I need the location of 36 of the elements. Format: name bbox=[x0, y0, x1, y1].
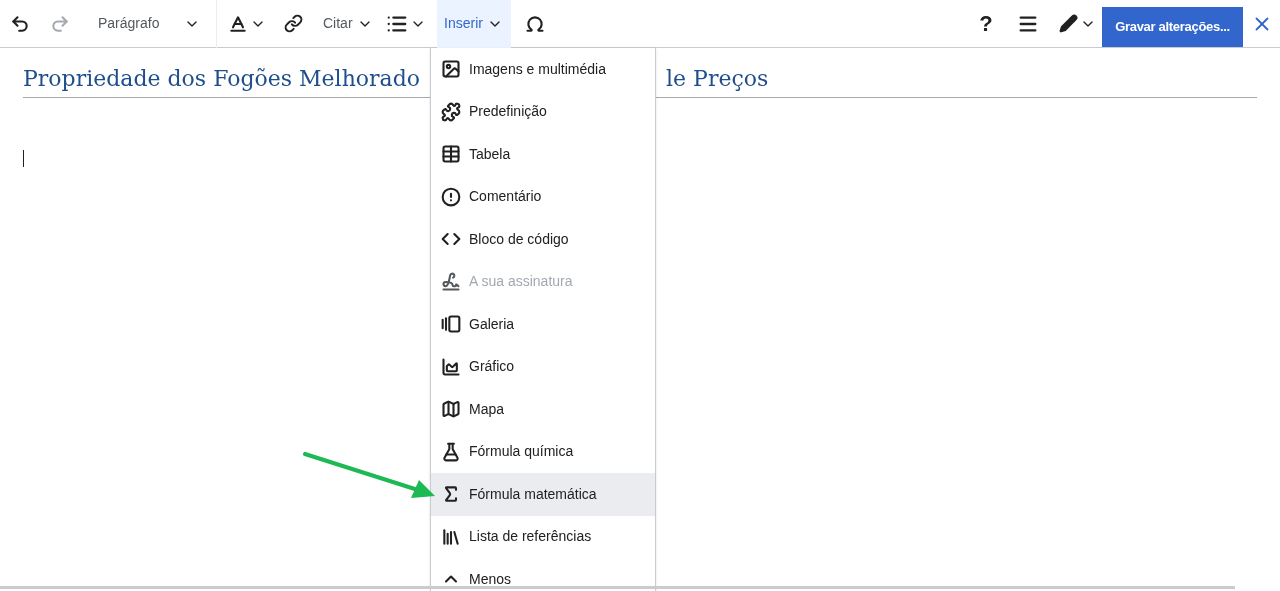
menu-item[interactable]: Galeria bbox=[431, 303, 655, 346]
menu-item[interactable]: Fórmula química bbox=[431, 430, 655, 473]
menu-item[interactable]: Tabela bbox=[431, 133, 655, 176]
menu-item[interactable]: Menos bbox=[431, 558, 655, 591]
exclamation-icon bbox=[441, 186, 461, 207]
flask-icon bbox=[441, 441, 461, 462]
image-icon bbox=[441, 59, 461, 80]
menu-item[interactable]: Predefinição bbox=[431, 90, 655, 133]
menu-item[interactable]: Mapa bbox=[431, 388, 655, 431]
undo-icon bbox=[10, 13, 30, 34]
link-icon bbox=[283, 14, 303, 33]
chart-icon bbox=[441, 356, 461, 377]
pencil-icon bbox=[1058, 14, 1078, 33]
menu-item[interactable]: Bloco de código bbox=[431, 218, 655, 261]
menu-item[interactable]: Gráfico bbox=[431, 345, 655, 388]
menu-item[interactable]: Fórmula matemática bbox=[431, 473, 655, 516]
text-style-icon bbox=[228, 13, 248, 34]
menu-item[interactable]: Lista de referências bbox=[431, 515, 655, 558]
insert-dropdown[interactable]: Inserir bbox=[436, 0, 511, 48]
omega-icon bbox=[524, 13, 545, 34]
puzzle-icon bbox=[441, 101, 461, 122]
table-icon bbox=[441, 144, 461, 165]
page-title: Propriedade dos Fogões Melhorado bbox=[23, 65, 421, 93]
cite-dropdown[interactable]: Citar bbox=[315, 3, 381, 44]
paragraph-dropdown[interactable]: Parágrafo bbox=[90, 3, 208, 44]
save-button[interactable]: Gravar alterações... bbox=[1102, 7, 1243, 47]
map-icon bbox=[441, 399, 461, 420]
text-cursor bbox=[23, 150, 24, 167]
menu-item[interactable]: Imagens e multimédia bbox=[431, 48, 655, 91]
redo-icon bbox=[50, 13, 70, 34]
signature-icon bbox=[441, 271, 461, 292]
help-button[interactable]: ? bbox=[968, 3, 1004, 44]
page-title: le Preços bbox=[666, 65, 769, 93]
gallery-icon bbox=[441, 314, 461, 335]
books-icon bbox=[441, 526, 461, 547]
menu-item[interactable]: Comentário bbox=[431, 175, 655, 218]
